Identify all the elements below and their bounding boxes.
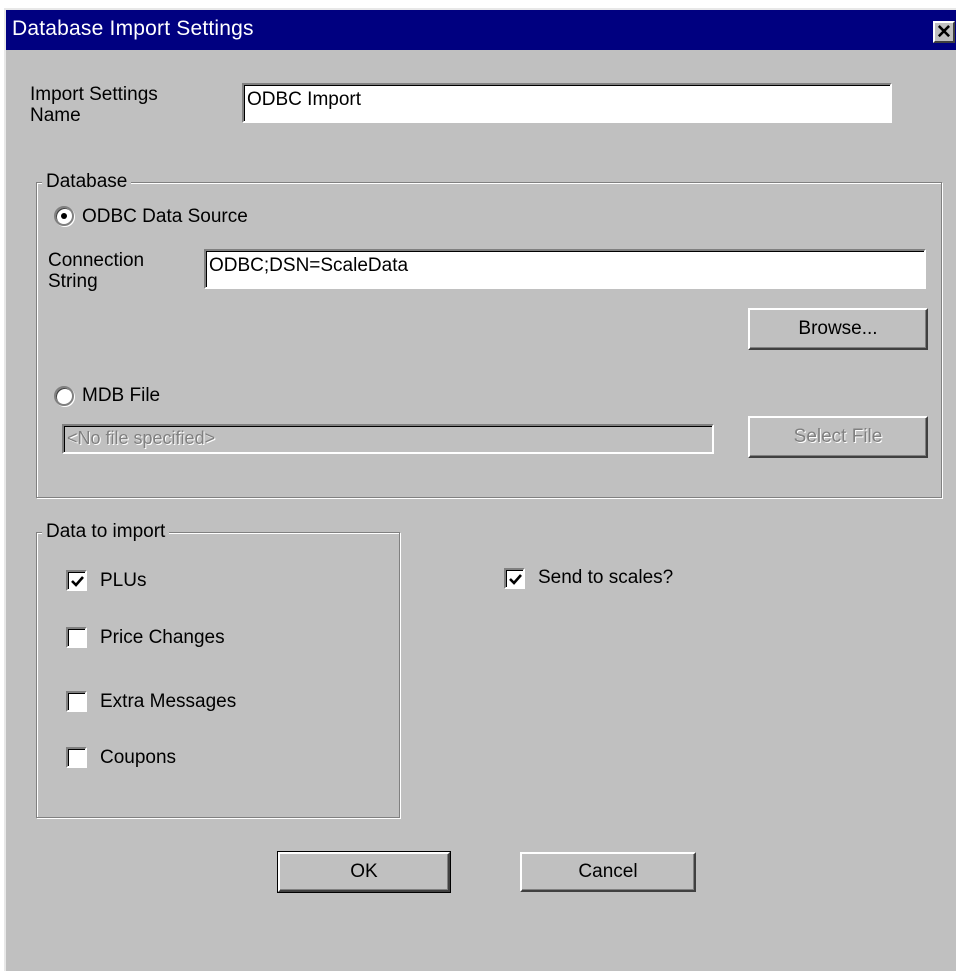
price-changes-checkbox-label[interactable]: Price Changes: [100, 627, 225, 648]
ok-button[interactable]: OK: [277, 851, 451, 893]
title-bar[interactable]: Database Import Settings ✕: [6, 10, 956, 50]
radio-selected-dot: [61, 213, 67, 219]
extra-messages-checkbox[interactable]: [66, 691, 87, 712]
plus-checkbox[interactable]: [66, 570, 87, 591]
data-to-import-group-title: Data to import: [42, 521, 170, 542]
settings-name-input[interactable]: ODBC Import: [242, 83, 892, 123]
window-title: Database Import Settings: [12, 17, 254, 40]
coupons-checkbox[interactable]: [66, 747, 87, 768]
send-to-scales-checkbox[interactable]: [504, 568, 525, 589]
mdb-radio-label[interactable]: MDB File: [82, 385, 160, 406]
database-group-title: Database: [42, 171, 132, 192]
connection-string-label: Connection String: [48, 250, 145, 292]
plus-checkbox-label[interactable]: PLUs: [100, 570, 146, 591]
coupons-checkbox-label[interactable]: Coupons: [100, 747, 176, 768]
cancel-button[interactable]: Cancel: [520, 852, 696, 892]
close-button[interactable]: ✕: [933, 21, 955, 43]
connection-string-input[interactable]: ODBC;DSN=ScaleData: [204, 249, 926, 289]
checkmark-icon: [71, 576, 84, 587]
data-to-import-group: [36, 532, 400, 818]
mdb-file-path-field: <No file specified>: [62, 424, 714, 454]
settings-name-label: Import Settings Name: [30, 84, 158, 126]
import-settings-dialog: Database Import Settings ✕ Import Settin…: [4, 8, 956, 971]
select-file-button: Select File: [748, 416, 928, 458]
mdb-radio[interactable]: [54, 386, 74, 406]
odbc-radio-label[interactable]: ODBC Data Source: [82, 206, 248, 227]
checkmark-icon: [509, 574, 522, 585]
odbc-radio[interactable]: [54, 206, 74, 226]
browse-button[interactable]: Browse...: [748, 308, 928, 350]
send-to-scales-label[interactable]: Send to scales?: [538, 567, 673, 588]
close-icon: ✕: [936, 21, 952, 43]
price-changes-checkbox[interactable]: [66, 627, 87, 648]
extra-messages-checkbox-label[interactable]: Extra Messages: [100, 691, 236, 712]
